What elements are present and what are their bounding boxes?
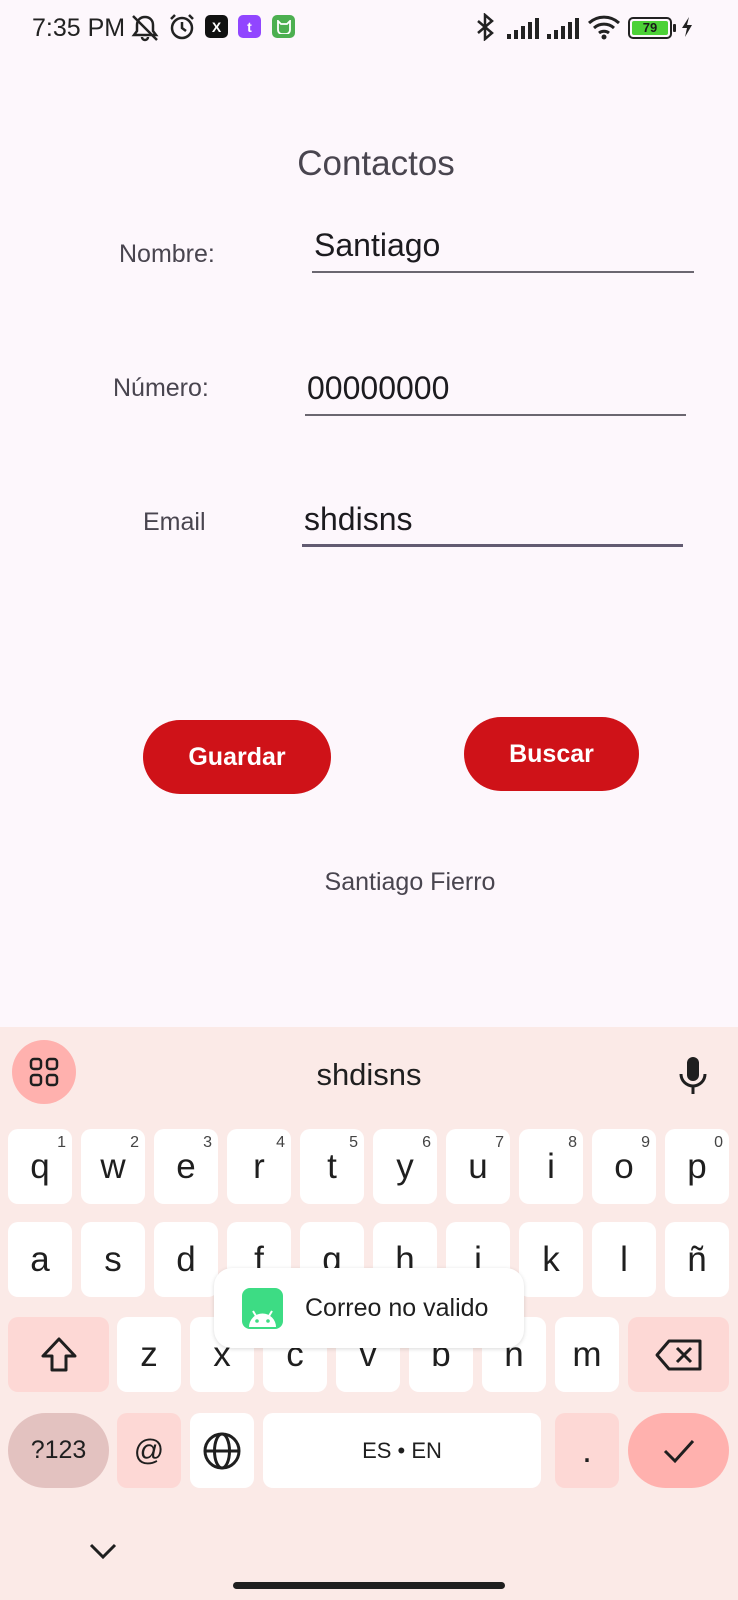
alarm-icon xyxy=(170,14,194,40)
key-hint: 0 xyxy=(714,1134,723,1151)
key-hint: 5 xyxy=(349,1134,358,1151)
email-field-value: shdisns xyxy=(304,501,413,537)
check-icon xyxy=(663,1439,694,1463)
key-hint: 7 xyxy=(495,1134,504,1151)
signal-icon xyxy=(507,18,539,39)
charging-icon xyxy=(682,17,692,37)
wifi-icon xyxy=(587,15,621,40)
status-time: 7:35 PM xyxy=(32,14,126,42)
chevron-down-icon[interactable] xyxy=(88,1541,118,1561)
key-label: e xyxy=(176,1146,196,1186)
name-field[interactable]: Santiago xyxy=(312,223,694,273)
battery-icon: 79 xyxy=(628,17,676,39)
key-label: p xyxy=(687,1146,707,1186)
save-button[interactable]: Guardar xyxy=(143,720,331,794)
email-label: Email xyxy=(143,508,206,536)
number-field[interactable]: 00000000 xyxy=(305,366,686,416)
key-label: i xyxy=(547,1146,555,1186)
word-suggestion[interactable]: shdisns xyxy=(0,1057,738,1093)
key-e[interactable]: e3 xyxy=(154,1129,218,1204)
backspace-key[interactable] xyxy=(628,1317,729,1392)
number-field-value: 00000000 xyxy=(307,370,450,406)
key-label: y xyxy=(396,1146,414,1186)
at-key[interactable]: @ xyxy=(117,1413,181,1488)
symbols-key[interactable]: ?123 xyxy=(8,1413,109,1488)
key-t[interactable]: t5 xyxy=(300,1129,364,1204)
key-label: o xyxy=(614,1146,634,1186)
status-bar: 7:35 PM X t 79 xyxy=(0,0,738,56)
key-p[interactable]: p0 xyxy=(665,1129,729,1204)
name-label: Nombre: xyxy=(119,240,215,268)
key-enye[interactable]: ñ xyxy=(665,1222,729,1297)
battery-level: 79 xyxy=(632,21,668,35)
key-a[interactable]: a xyxy=(8,1222,72,1297)
page-title: Contactos xyxy=(297,144,455,183)
key-hint: 2 xyxy=(130,1134,139,1151)
notifications-off-icon xyxy=(131,15,159,42)
key-hint: 1 xyxy=(57,1134,66,1151)
key-hint: 6 xyxy=(422,1134,431,1151)
key-q[interactable]: q1 xyxy=(8,1129,72,1204)
language-key[interactable] xyxy=(190,1413,254,1488)
key-k[interactable]: k xyxy=(519,1222,583,1297)
key-d[interactable]: d xyxy=(154,1222,218,1297)
key-hint: 4 xyxy=(276,1134,285,1151)
key-s[interactable]: s xyxy=(81,1222,145,1297)
key-hint: 8 xyxy=(568,1134,577,1151)
key-o[interactable]: o9 xyxy=(592,1129,656,1204)
key-hint: 9 xyxy=(641,1134,650,1151)
battery-cap xyxy=(673,24,676,32)
android-icon xyxy=(242,1287,283,1329)
twitch-app-icon: t xyxy=(238,15,261,38)
key-label: u xyxy=(468,1146,488,1186)
key-u[interactable]: u7 xyxy=(446,1129,510,1204)
result-text: Santiago Fierro xyxy=(324,868,496,896)
period-key[interactable]: . xyxy=(555,1413,619,1488)
key-z[interactable]: z xyxy=(117,1317,181,1392)
cat-app-icon xyxy=(272,15,295,38)
key-m[interactable]: m xyxy=(555,1317,619,1392)
space-key[interactable]: ES • EN xyxy=(263,1413,541,1488)
key-label: t xyxy=(327,1146,337,1186)
key-r[interactable]: r4 xyxy=(227,1129,291,1204)
shift-icon xyxy=(41,1337,76,1371)
key-l[interactable]: l xyxy=(592,1222,656,1297)
key-label: r xyxy=(253,1146,265,1186)
key-w[interactable]: w2 xyxy=(81,1129,145,1204)
microphone-icon[interactable] xyxy=(676,1055,710,1097)
backspace-icon xyxy=(655,1339,701,1370)
x-app-letter: X xyxy=(211,18,222,35)
key-i[interactable]: i8 xyxy=(519,1129,583,1204)
toast-text: Correo no valido xyxy=(305,1293,489,1322)
twitch-app-letter: t xyxy=(247,18,252,35)
number-label: Número: xyxy=(113,374,209,402)
name-field-value: Santiago xyxy=(314,227,441,263)
key-label: q xyxy=(30,1146,50,1186)
key-y[interactable]: y6 xyxy=(373,1129,437,1204)
email-field[interactable]: shdisns xyxy=(302,497,683,547)
enter-key[interactable] xyxy=(628,1413,729,1488)
x-app-icon: X xyxy=(205,15,228,38)
key-label: w xyxy=(100,1146,126,1186)
globe-icon xyxy=(203,1432,241,1469)
signal-icon-2 xyxy=(547,18,579,39)
toast-message: Correo no valido xyxy=(214,1268,524,1348)
shift-key[interactable] xyxy=(8,1317,109,1392)
key-hint: 3 xyxy=(203,1134,212,1151)
home-indicator[interactable] xyxy=(233,1582,505,1589)
bluetooth-icon xyxy=(477,13,494,41)
search-button[interactable]: Buscar xyxy=(464,717,639,791)
suggestion-bar: shdisns xyxy=(0,1027,738,1123)
